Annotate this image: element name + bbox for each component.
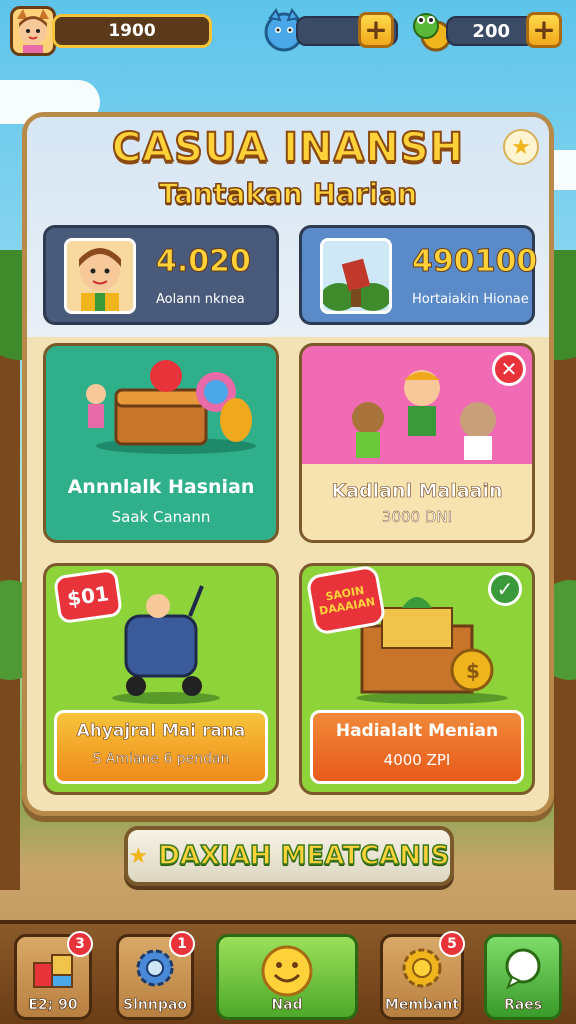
girl-avatar-icon bbox=[17, 9, 49, 53]
tile-4-title: Hadialalt Menian bbox=[335, 721, 499, 741]
add-gems-button[interactable]: + bbox=[358, 12, 394, 48]
nav-item-settings[interactable]: 1 Slnnpao bbox=[116, 931, 195, 1020]
nav-label: Nad bbox=[271, 997, 303, 1014]
stat-card-player[interactable]: 4.020 Aolann nknea bbox=[43, 225, 279, 325]
boy-portrait-icon bbox=[64, 238, 136, 314]
notification-badge: 3 bbox=[67, 931, 93, 957]
notification-badge: 1 bbox=[169, 931, 195, 957]
close-icon: ✕ bbox=[500, 357, 518, 381]
challenge-tile-4[interactable]: $ SAOIN DAAAIAN ✓ Hadialalt Menian 4000 … bbox=[299, 563, 535, 795]
tile-1-subtitle: Saak Canann bbox=[111, 508, 211, 526]
stat-card-reward[interactable]: 490100 Hortaiakin Hionae bbox=[299, 225, 538, 325]
challenge-tile-2[interactable]: ✕ Kadlanl Malaain 3000 DNI bbox=[299, 343, 535, 543]
tile-3-title: Ahyajral Mai rana bbox=[76, 721, 246, 742]
nav-item-blocks[interactable]: 3 E2; 90 bbox=[14, 931, 93, 1020]
treasure-chest-icon bbox=[86, 360, 256, 454]
star-icon: ★ bbox=[511, 134, 531, 160]
favorite-star-button[interactable]: ★ bbox=[503, 129, 539, 165]
tile-3-subtitle: S Amiane 6 pendan bbox=[92, 751, 230, 767]
panel-header: CASUA INANSH Tantakan Harian ★ 4.020 Aol… bbox=[27, 117, 549, 337]
score-display: 1900 bbox=[52, 14, 212, 48]
tile-4-subtitle: 4000 ZPI bbox=[383, 751, 451, 769]
top-bar: 1900 + 200 + bbox=[0, 0, 576, 64]
star-icon: ★ bbox=[128, 843, 149, 869]
stat-label-player: Aolann nknea bbox=[156, 292, 245, 307]
tile-2-footer bbox=[302, 464, 532, 540]
challenge-tile-1[interactable]: Annnlalk Hasnian Saak Canann bbox=[43, 343, 279, 543]
price-tag: $01 bbox=[52, 567, 124, 625]
cog-gold-icon bbox=[402, 948, 442, 988]
stroller-icon bbox=[112, 585, 220, 704]
nav-label: Membant bbox=[384, 997, 460, 1014]
nav-label: E2; 90 bbox=[28, 997, 78, 1014]
panel-subtitle: Tantakan Harian bbox=[158, 176, 418, 211]
nav-label: Slnnpao bbox=[123, 997, 188, 1014]
tile-1-title: Annnlalk Hasnian bbox=[67, 476, 255, 498]
bottom-nav: 3 E2; 90 1 Slnnpao Nad 5 Membant Raes bbox=[0, 920, 576, 1024]
claim-all-button[interactable]: ★ DAXIAH MEATCANIS bbox=[124, 826, 454, 886]
claim-all-label: DAXIAH MEATCANIS bbox=[158, 840, 451, 872]
jungle-gift-icon bbox=[320, 238, 392, 314]
stat-value-player: 4.020 bbox=[156, 244, 252, 280]
notification-badge: 5 bbox=[439, 931, 465, 957]
player-avatar[interactable] bbox=[10, 6, 56, 56]
checkmark-icon: ✓ bbox=[496, 577, 514, 601]
nav-item-shop[interactable]: 5 Membant bbox=[380, 931, 465, 1020]
tile-2-subtitle: 3000 DNI bbox=[381, 508, 453, 526]
stat-value-reward: 490100 bbox=[411, 244, 538, 280]
daily-challenge-panel: CASUA INANSH Tantakan Harian ★ 4.020 Aol… bbox=[22, 112, 554, 816]
completed-badge: ✓ bbox=[488, 572, 522, 606]
close-badge[interactable]: ✕ bbox=[492, 352, 526, 386]
tile-3-action-button[interactable]: Ahyajral Mai rana S Amiane 6 pendan bbox=[54, 710, 268, 784]
nav-label: Raes bbox=[503, 997, 543, 1014]
sale-tag: SAOIN DAAAIAN bbox=[305, 566, 387, 636]
nav-item-chat[interactable]: Raes bbox=[484, 934, 562, 1020]
tile-4-action-button[interactable]: Hadialalt Menian 4000 ZPI bbox=[310, 710, 524, 784]
smiley-icon bbox=[261, 945, 313, 997]
svg-text:$: $ bbox=[466, 659, 480, 683]
tile-2-title: Kadlanl Malaain bbox=[331, 480, 503, 503]
nav-item-home[interactable]: Nad bbox=[216, 934, 358, 1020]
chat-icon bbox=[505, 948, 541, 990]
add-coins-button[interactable]: + bbox=[526, 12, 562, 48]
kids-and-pets-icon bbox=[352, 370, 496, 460]
stat-label-reward: Hortaiakin Hionae bbox=[412, 292, 529, 307]
panel-title: CASUA INANSH bbox=[111, 124, 465, 172]
challenge-tile-3[interactable]: $01 Ahyajral Mai rana S Amiane 6 pendan bbox=[43, 563, 279, 795]
